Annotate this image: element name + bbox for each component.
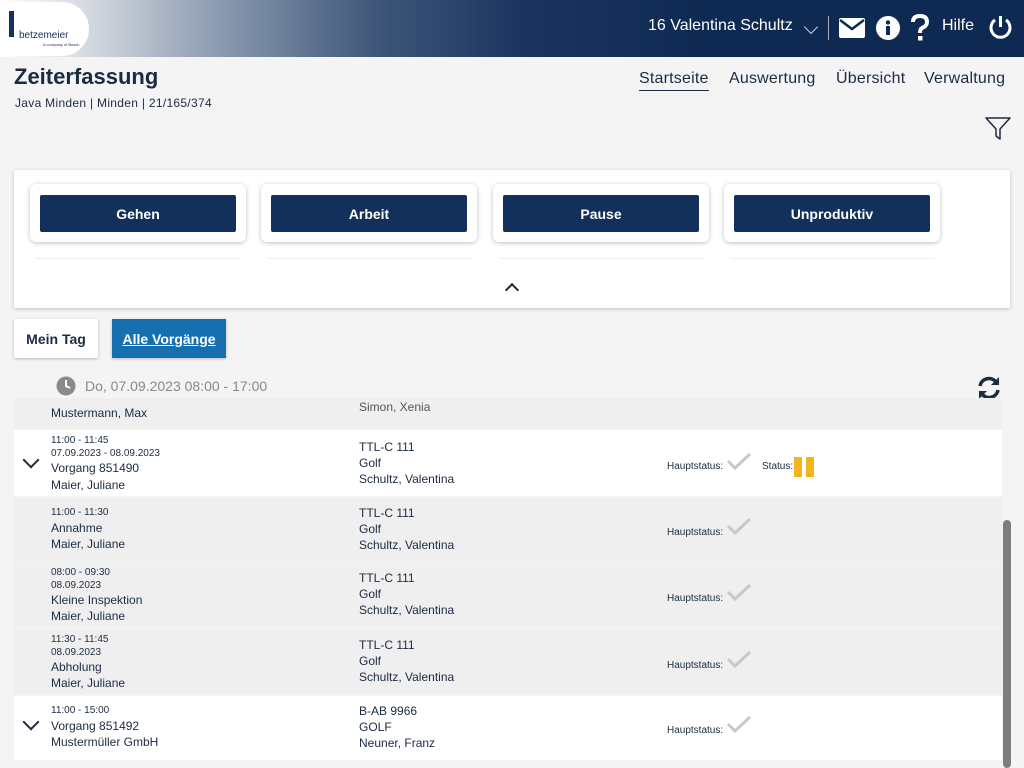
row-name: Mustermann, Max <box>51 406 148 420</box>
clock-icon <box>56 376 76 396</box>
row-name: Maier, Juliane <box>51 537 126 551</box>
pause-status-icon <box>794 457 816 477</box>
row-model: Golf <box>359 522 382 536</box>
question-icon[interactable] <box>910 14 930 42</box>
row-name: Maier, Juliane <box>51 609 126 623</box>
hauptstatus-label: Hauptstatus: <box>667 461 724 472</box>
action-panel: Gehen Arbeit Pause Unproduktiv <box>14 170 1010 308</box>
row-person: Schultz, Valentina <box>359 670 455 684</box>
row-name: Maier, Juliane <box>51 478 126 492</box>
page-title: Zeiterfassung <box>14 64 159 89</box>
divider <box>730 258 934 259</box>
nav-startseite[interactable]: Startseite <box>639 70 709 91</box>
row-name: Mustermüller GmbH <box>51 735 159 749</box>
row-plate: TTL-C 111 <box>359 571 415 585</box>
check-icon <box>726 583 752 601</box>
row-dates: 07.09.2023 - 08.09.2023 <box>51 448 160 459</box>
nav-verwaltung[interactable]: Verwaltung <box>924 70 1005 88</box>
hauptstatus-label: Hauptstatus: <box>667 660 724 671</box>
page-subtitle: Java Minden | Minden | 21/165/374 <box>15 96 212 110</box>
row-model: Golf <box>359 654 382 668</box>
list-item[interactable]: 11:30 - 11:45 08.09.2023 Abholung Maier,… <box>14 629 1002 695</box>
info-icon[interactable] <box>876 16 900 40</box>
help-link[interactable]: Hilfe <box>942 17 974 35</box>
row-time: 11:30 - 11:45 <box>51 634 109 645</box>
gehen-button[interactable]: Gehen <box>40 195 236 232</box>
nav-uebersicht[interactable]: Übersicht <box>836 70 905 88</box>
date-range: Do, 07.09.2023 08:00 - 17:00 <box>85 378 268 394</box>
company-logo[interactable]: betzemeier A company of Bosch <box>3 2 89 56</box>
row-person: Simon, Xenia <box>359 400 431 414</box>
row-time: 08:00 - 09:30 <box>51 567 110 578</box>
status-label: Status: <box>762 461 794 472</box>
row-time: 11:00 - 11:45 <box>51 435 109 446</box>
row-dates: 08.09.2023 <box>51 580 102 591</box>
hauptstatus-label: Hauptstatus: <box>667 527 724 538</box>
row-title: Annahme <box>51 521 103 535</box>
row-person: Schultz, Valentina <box>359 603 455 617</box>
unproduktiv-button[interactable]: Unproduktiv <box>734 195 930 232</box>
logo-text: betzemeier <box>19 30 69 41</box>
pause-button[interactable]: Pause <box>503 195 699 232</box>
divider <box>36 258 240 259</box>
action-card-unproduktiv: Unproduktiv <box>724 184 940 242</box>
check-icon <box>726 517 752 535</box>
row-plate: B-AB 9966 <box>359 704 418 718</box>
row-title: Vorgang 851490 <box>51 461 140 475</box>
row-time: 11:00 - 15:00 <box>51 705 110 716</box>
mail-icon[interactable] <box>839 18 865 38</box>
row-plate: TTL-C 111 <box>359 638 415 652</box>
row-person: Neuner, Franz <box>359 736 436 750</box>
row-person: Schultz, Valentina <box>359 538 455 552</box>
filter-icon[interactable] <box>985 116 1011 142</box>
list-item[interactable]: Simon, Xenia Mustermann, Max <box>14 398 1002 429</box>
logo-subtext: A company of Bosch <box>43 42 80 47</box>
list-item[interactable]: 08:00 - 09:30 08.09.2023 Kleine Inspekti… <box>14 562 1002 628</box>
arbeit-button[interactable]: Arbeit <box>271 195 467 232</box>
row-person: Schultz, Valentina <box>359 472 455 486</box>
hauptstatus-label: Hauptstatus: <box>667 725 724 736</box>
action-card-pause: Pause <box>493 184 709 242</box>
action-card-gehen: Gehen <box>30 184 246 242</box>
row-title: Kleine Inspektion <box>51 593 143 607</box>
logo-mark <box>9 11 14 37</box>
power-icon[interactable] <box>988 15 1013 40</box>
row-model: Golf <box>359 587 382 601</box>
tab-alle-vorgaenge[interactable]: Alle Vorgänge <box>112 319 226 358</box>
list-item[interactable]: 11:00 - 11:30 Annahme Maier, Juliane TTL… <box>14 497 1002 561</box>
chevron-down-icon[interactable] <box>22 713 40 731</box>
top-bar: betzemeier A company of Bosch 16 Valenti… <box>0 0 1024 57</box>
row-model: GOLF <box>359 720 392 734</box>
row-dates: 08.09.2023 <box>51 647 102 658</box>
check-icon <box>726 715 752 733</box>
user-selector[interactable]: 16 Valentina Schultz <box>648 17 793 35</box>
row-title: Abholung <box>51 660 102 674</box>
divider <box>499 258 703 259</box>
row-title: Vorgang 851492 <box>51 719 140 733</box>
row-time: 11:00 - 11:30 <box>51 507 109 518</box>
scrollbar-thumb[interactable] <box>1003 520 1011 768</box>
chevron-up-icon[interactable] <box>504 282 520 298</box>
vorgaenge-list: Simon, Xenia Mustermann, Max 11:00 - 11:… <box>14 398 1002 768</box>
list-item[interactable]: 11:00 - 11:45 07.09.2023 - 08.09.2023 Vo… <box>14 430 1002 496</box>
divider <box>828 16 829 40</box>
hauptstatus-label: Hauptstatus: <box>667 593 724 604</box>
row-plate: TTL-C 111 <box>359 506 415 520</box>
chevron-down-icon[interactable] <box>803 19 819 35</box>
nav-auswertung[interactable]: Auswertung <box>729 70 816 88</box>
divider <box>267 258 471 259</box>
check-icon <box>726 452 752 470</box>
row-model: Golf <box>359 456 382 470</box>
check-icon <box>726 650 752 668</box>
list-item[interactable]: 11:00 - 15:00 Vorgang 851492 Mustermülle… <box>14 696 1002 760</box>
row-plate: TTL-C 111 <box>359 440 415 454</box>
row-name: Maier, Juliane <box>51 676 126 690</box>
tab-mein-tag[interactable]: Mein Tag <box>14 319 98 358</box>
action-card-arbeit: Arbeit <box>261 184 477 242</box>
chevron-down-icon[interactable] <box>22 451 40 469</box>
